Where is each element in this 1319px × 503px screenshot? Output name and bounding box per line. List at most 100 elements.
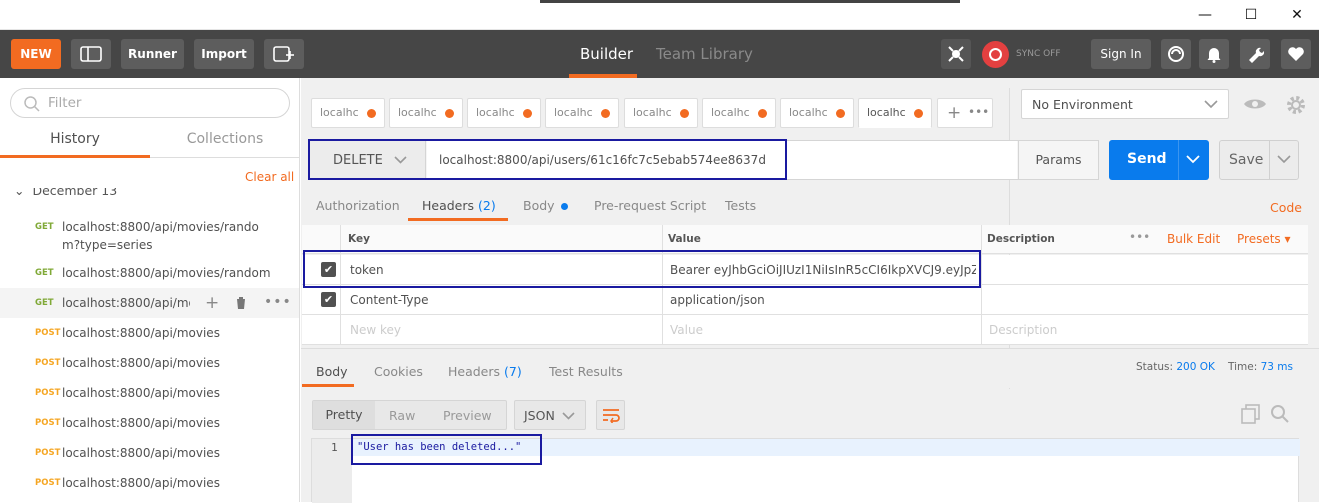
filter-input[interactable]: Filter <box>10 88 290 118</box>
send-button[interactable]: Send <box>1109 140 1209 180</box>
history-url: localhost:8800/api/movies/rando m?type=se… <box>62 220 259 252</box>
add-tab-button[interactable]: + ••• <box>937 98 993 128</box>
history-item[interactable]: POST localhost:8800/api/movies <box>0 408 299 438</box>
history-item[interactable]: GET localhost:8800/api/mov + ••• <box>0 288 299 318</box>
new-value-input[interactable]: Value <box>670 323 703 337</box>
response-tab-cookies[interactable]: Cookies <box>374 364 423 379</box>
history-item[interactable]: POST localhost:8800/api/movies <box>0 468 299 498</box>
chevron-down-icon[interactable] <box>1277 155 1291 164</box>
close-icon[interactable]: ✕ <box>1274 0 1319 30</box>
new-key-input[interactable]: New key <box>350 323 401 337</box>
code-link[interactable]: Code <box>1270 200 1302 215</box>
tab-builder[interactable]: Builder <box>580 45 633 63</box>
send-label: Send <box>1127 151 1167 167</box>
header-key[interactable]: Content-Type <box>350 293 429 307</box>
trash-icon[interactable] <box>235 296 247 310</box>
tab-prerequest-script[interactable]: Pre-request Script <box>594 198 706 213</box>
history-url: localhost:8800/api/movies/random <box>62 266 271 280</box>
method-badge: POST <box>35 448 61 458</box>
settings-button[interactable] <box>1240 39 1270 69</box>
method-badge: POST <box>35 478 61 488</box>
params-button[interactable]: Params <box>1018 141 1098 179</box>
favorites-button[interactable] <box>1281 39 1311 69</box>
more-columns-icon[interactable]: ••• <box>1129 230 1150 244</box>
runner-button[interactable]: Runner <box>121 39 184 69</box>
maximize-icon[interactable]: ☐ <box>1228 0 1274 30</box>
add-to-collection-icon[interactable]: + <box>205 293 219 313</box>
response-tab-headers[interactable]: Headers (7) <box>448 364 522 379</box>
request-tab[interactable]: localhc <box>624 98 698 128</box>
response-tab-body[interactable]: Body <box>316 364 348 379</box>
raw-button[interactable]: Raw <box>389 408 415 423</box>
request-tab[interactable]: localhc <box>702 98 776 128</box>
history-item[interactable]: POST localhost:8800/api/movies <box>0 318 299 348</box>
new-button[interactable]: NEW <box>11 39 61 69</box>
chevron-down-icon[interactable] <box>1186 155 1200 164</box>
format-value: JSON <box>524 408 555 423</box>
environment-settings-button[interactable] <box>1281 89 1311 119</box>
environment-quicklook-button[interactable] <box>1240 89 1270 119</box>
headers-underline <box>408 218 508 221</box>
header-value[interactable]: application/json <box>670 293 765 307</box>
chevron-down-icon: ⌄ <box>14 188 25 196</box>
eye-icon <box>1244 99 1266 109</box>
save-divider <box>1269 141 1270 179</box>
sidebar-toggle-button[interactable] <box>71 39 111 69</box>
environment-select[interactable]: No Environment <box>1021 89 1229 119</box>
tab-team-library[interactable]: Team Library <box>656 45 753 63</box>
runtime-button[interactable] <box>1161 39 1191 69</box>
request-tab[interactable]: localhc <box>311 98 385 128</box>
save-button[interactable]: Save <box>1219 140 1299 180</box>
new-window-button[interactable] <box>264 39 304 69</box>
title-bar: — ☐ ✕ <box>0 0 1319 30</box>
wrap-lines-button[interactable] <box>596 400 625 430</box>
history-url: localhost:8800/api/movies <box>62 416 220 430</box>
tab-body[interactable]: Body <box>523 198 568 213</box>
history-url: localhost:8800/api/movies <box>62 386 220 400</box>
history-item[interactable]: POST localhost:8800/api/movies <box>0 438 299 468</box>
copy-icon[interactable] <box>1241 404 1261 424</box>
history-item[interactable]: GET localhost:8800/api/movies/random <box>0 258 299 288</box>
history-item[interactable]: POST localhost:8800/api/movies <box>0 378 299 408</box>
column-key: Key <box>348 233 370 245</box>
tab-tests[interactable]: Tests <box>725 198 756 213</box>
request-tab[interactable]: localhc <box>389 98 463 128</box>
request-tab[interactable]: localhc <box>780 98 854 128</box>
request-tab-active[interactable]: localhc <box>858 98 932 128</box>
interceptor-button[interactable] <box>941 39 971 69</box>
send-divider <box>1178 140 1179 180</box>
format-select[interactable]: JSON <box>514 400 586 430</box>
history-url: localhost:8800/api/movies <box>62 356 220 370</box>
minimize-icon[interactable]: — <box>1182 0 1228 30</box>
sync-status: SYNC OFF <box>1016 49 1061 59</box>
more-tabs-icon: ••• <box>968 105 990 119</box>
tab-collections[interactable]: Collections <box>150 122 299 158</box>
response-tab-test-results[interactable]: Test Results <box>549 364 623 379</box>
search-icon[interactable] <box>1270 404 1290 424</box>
tab-history[interactable]: History <box>0 122 150 158</box>
environment-selected: No Environment <box>1032 97 1133 112</box>
new-description-input[interactable]: Description <box>989 323 1057 337</box>
tab-authorization[interactable]: Authorization <box>316 198 400 213</box>
signin-button[interactable]: Sign In <box>1091 39 1151 69</box>
tab-headers[interactable]: Headers (2) <box>422 198 496 213</box>
import-button[interactable]: Import <box>194 39 254 69</box>
history-url: localhost:8800/api/movies <box>62 476 220 490</box>
unsaved-dot <box>367 109 376 118</box>
more-options-icon[interactable]: ••• <box>264 294 292 310</box>
sync-icon[interactable] <box>982 41 1009 68</box>
request-tab[interactable]: localhc <box>467 98 541 128</box>
history-item[interactable]: GET localhost:8800/api/movies/rando m?typ… <box>0 210 299 254</box>
history-group-header[interactable]: ⌄ December 13 <box>14 188 117 196</box>
pretty-button[interactable]: Pretty <box>313 401 375 429</box>
preview-button[interactable]: Preview <box>443 408 492 423</box>
header-row: ✔ Content-Type application/json <box>302 285 1308 315</box>
notifications-button[interactable] <box>1199 39 1229 69</box>
bulk-edit-link[interactable]: Bulk Edit <box>1167 232 1220 246</box>
clear-all-link[interactable]: Clear all <box>245 170 294 184</box>
row-enabled-checkbox[interactable]: ✔ <box>321 292 336 307</box>
wrench-icon <box>1249 47 1264 63</box>
request-tab[interactable]: localhc <box>545 98 619 128</box>
history-item[interactable]: POST localhost:8800/api/movies <box>0 348 299 378</box>
presets-dropdown[interactable]: Presets ▾ <box>1237 232 1291 246</box>
